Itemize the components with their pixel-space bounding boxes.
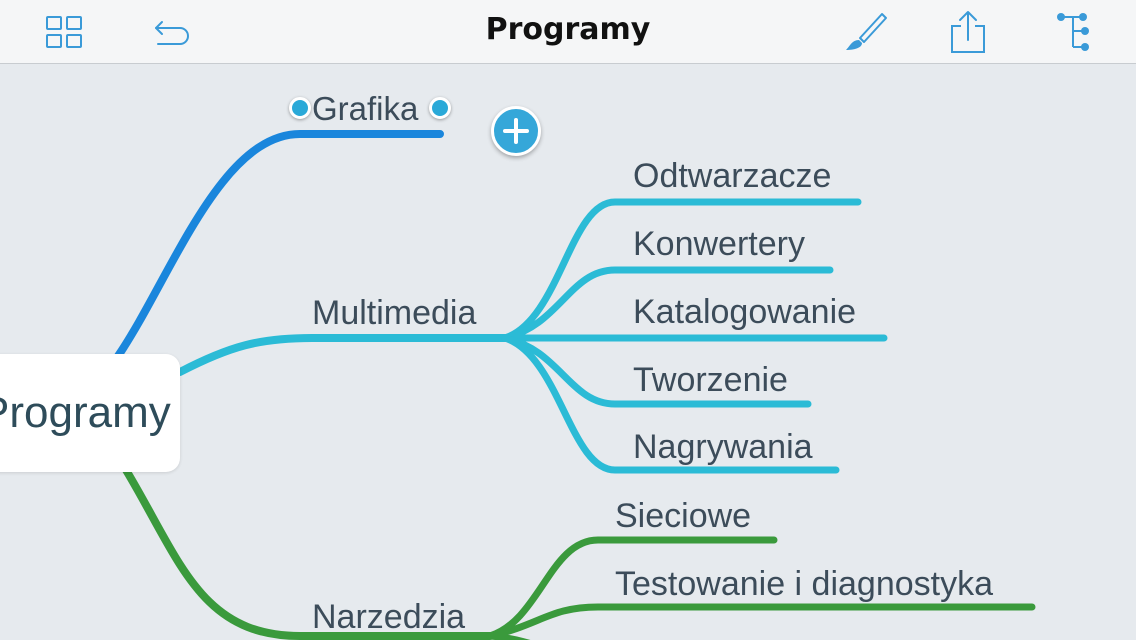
topic-sieciowe[interactable]: Sieciowe — [615, 497, 751, 536]
topic-odtwarzacze[interactable]: Odtwarzacze — [633, 157, 831, 196]
add-topic-button[interactable] — [491, 106, 541, 156]
topic-konwertery[interactable]: Konwertery — [633, 225, 805, 264]
selection-handle-left[interactable] — [289, 97, 311, 119]
topic-multimedia[interactable]: Multimedia — [312, 294, 476, 333]
topic-narzedzia[interactable]: Narzedzia — [312, 598, 465, 637]
central-topic-label: Programy — [0, 388, 171, 437]
topic-grafika[interactable]: Grafika — [312, 90, 418, 128]
topic-nagrywania[interactable]: Nagrywania — [633, 428, 813, 467]
plus-icon — [503, 118, 529, 144]
topic-testowanie-i-diagnostyka[interactable]: Testowanie i diagnostyka — [615, 565, 993, 604]
branch-line-multimedia — [176, 334, 509, 376]
mindmap-connectors — [114, 130, 1036, 640]
topic-tworzenie[interactable]: Tworzenie — [633, 361, 788, 400]
selection-handle-right[interactable] — [429, 97, 451, 119]
topic-katalogowanie[interactable]: Katalogowanie — [633, 293, 856, 332]
branch-line-partial — [486, 632, 531, 640]
branch-line-testowanie — [486, 603, 1036, 640]
